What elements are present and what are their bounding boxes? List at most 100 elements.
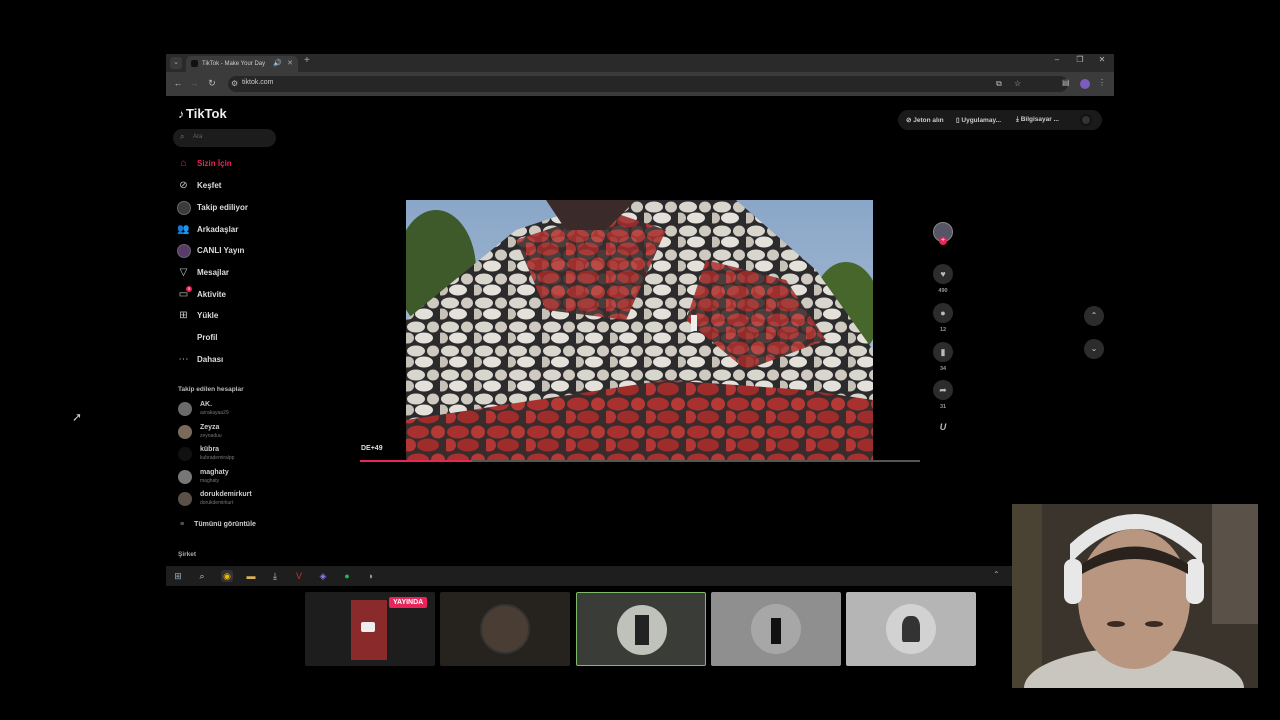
see-all-link[interactable]: ≡ Tümünü görüntüle — [180, 521, 256, 528]
nav-live[interactable]: CANLI Yayın — [177, 243, 287, 259]
activity-badge: 5 — [186, 286, 192, 292]
nav-friends[interactable]: 👥 Arkadaşlar — [177, 222, 287, 238]
taskbar: ⊞ ⌕ ◉ ▬ ⤓ V ◈ ● ◗ ⌃ — [166, 566, 1114, 586]
nav-upload[interactable]: ⊞ Yükle — [177, 308, 287, 324]
search-placeholder: Ara — [193, 134, 203, 140]
valorant-icon[interactable]: V — [293, 570, 305, 582]
minimize-button[interactable]: – — [1046, 55, 1068, 64]
save-button[interactable]: ▮ — [933, 342, 953, 362]
tiktok-favicon-icon — [191, 60, 198, 67]
nav-for-you[interactable]: ⌂ Sizin İçin — [177, 156, 287, 172]
get-coins-button[interactable]: ⊘ Jeton alın — [906, 116, 944, 124]
stream-thumbnail-live[interactable]: YAYINDA — [305, 592, 435, 666]
spotify-icon[interactable]: ● — [341, 570, 353, 582]
company-section-title: Şirket — [178, 551, 197, 558]
new-tab-button[interactable]: + — [304, 55, 310, 66]
menu-icon[interactable]: ⋮ — [1098, 78, 1106, 87]
stream-thumbnail[interactable] — [440, 592, 570, 666]
tab-title: TikTok - Make Your Day — [202, 61, 266, 67]
search-input[interactable]: ⌕ Ara — [173, 129, 276, 147]
nav-following[interactable]: Takip ediliyor — [177, 200, 287, 216]
extensions-icon[interactable]: ▤ — [1062, 78, 1070, 87]
speaker-icon[interactable]: 🔊 — [273, 56, 282, 72]
tab-tiktok[interactable]: TikTok - Make Your Day 🔊 ✕ — [186, 56, 298, 72]
close-window-button[interactable]: ✕ — [1091, 55, 1113, 64]
nav-messages[interactable]: ▽ Mesajlar — [177, 265, 287, 281]
url-field[interactable]: ⚙ tiktok.com ⧉ ☆ — [228, 76, 1068, 92]
chevron-up-icon: ⌃ — [1090, 311, 1098, 320]
tab-search-button[interactable]: ⌄ — [170, 57, 182, 69]
send-icon: ▽ — [179, 267, 188, 278]
stream-figure — [771, 618, 781, 644]
comment-button[interactable]: ● — [933, 303, 953, 323]
like-count: 490 — [938, 288, 948, 294]
windows-start-icon[interactable]: ⊞ — [172, 570, 184, 582]
search-icon[interactable]: ⌕ — [196, 570, 208, 582]
address-bar: ← → ↻ ⚙ tiktok.com ⧉ ☆ ▤ ⋮ — [166, 72, 1114, 96]
more-icon: ⋯ — [178, 354, 189, 365]
tray-chevron-icon[interactable]: ⌃ — [993, 570, 1000, 579]
site-info-icon[interactable]: ⚙ — [231, 79, 238, 88]
tiktok-page: ♪ TikTok ⌕ Ara ⌂ Sizin İçin ⊘ Keşfet Taki… — [166, 96, 1114, 566]
nav-profile[interactable]: Profil — [177, 330, 287, 346]
webcam-image — [1012, 504, 1258, 688]
steam-icon[interactable]: ◗ — [365, 570, 377, 582]
browser-window: ⌄ TikTok - Make Your Day 🔊 ✕ + – ❐ ✕ ← →… — [166, 54, 1114, 586]
file-explorer-icon[interactable]: ▬ — [245, 570, 257, 582]
nav-more[interactable]: ⋯ Dahası — [177, 352, 287, 368]
follow-plus-icon[interactable]: + — [939, 237, 947, 245]
following-account[interactable]: AK. azrakayaa29 — [178, 400, 288, 418]
bookmark-icon: ▮ — [940, 347, 946, 357]
nav-explore[interactable]: ⊘ Keşfet — [177, 178, 287, 194]
profile-avatar[interactable] — [1080, 79, 1090, 89]
save-count: 34 — [939, 366, 947, 372]
chrome-icon[interactable]: ◉ — [221, 570, 233, 582]
bookmark-star-icon[interactable]: ☆ — [1014, 79, 1021, 88]
tiktok-logo[interactable]: ♪ TikTok — [178, 106, 227, 121]
screen-icon — [361, 622, 375, 632]
following-account[interactable]: dorukdemirkurt dorukdemirkurt — [178, 490, 288, 508]
webcam-feed — [1012, 504, 1258, 688]
search-icon: ⌕ — [180, 132, 185, 141]
previous-video-button[interactable]: ⌃ — [1084, 306, 1104, 326]
video-progress-fill — [360, 460, 472, 462]
stream-thumbnail[interactable] — [846, 592, 976, 666]
download-app-icon[interactable]: ⤓ — [269, 570, 281, 582]
nav-activity[interactable]: ▭ 5 Aktivite — [177, 286, 287, 303]
discord-icon[interactable]: ◈ — [317, 570, 329, 582]
top-actions-bar: ⊘ Jeton alın ▯ Uygulamay... ⤓ Bilgisayar… — [898, 110, 1102, 130]
install-app-icon[interactable]: ⧉ — [996, 79, 1002, 89]
video-player[interactable] — [406, 200, 873, 462]
comment-icon: ● — [940, 308, 946, 318]
get-app-button[interactable]: ▯ Uygulamay... — [956, 116, 1001, 124]
following-account[interactable]: kübra kubrademiralpp — [178, 445, 288, 463]
video-timecode: DE+49 — [361, 445, 383, 452]
maximize-button[interactable]: ❐ — [1069, 55, 1091, 64]
list-icon: ≡ — [180, 521, 185, 528]
tiktok-note-icon: ♪ — [178, 107, 184, 121]
reload-icon[interactable]: ↻ — [206, 78, 218, 89]
video-progress-bar[interactable] — [360, 460, 920, 462]
stream-avatar — [480, 604, 530, 654]
following-account[interactable]: Zeyza zeynaduu — [178, 423, 288, 441]
following-avatar — [177, 201, 191, 215]
forward-icon[interactable]: → — [188, 78, 200, 88]
like-button[interactable]: ♥ — [933, 264, 953, 284]
stream-thumbnail-selected[interactable] — [576, 592, 706, 666]
compass-icon: ⊘ — [179, 180, 188, 191]
share-icon: ➦ — [939, 385, 947, 395]
share-button[interactable]: ➦ — [933, 380, 953, 400]
stream-thumbnail[interactable] — [711, 592, 841, 666]
tab-close-icon[interactable]: ✕ — [287, 56, 293, 72]
back-icon[interactable]: ← — [172, 78, 184, 88]
friends-icon: 👥 — [177, 224, 190, 235]
user-avatar[interactable] — [1080, 114, 1092, 126]
stream-figure — [635, 615, 649, 645]
next-video-button[interactable]: ⌄ — [1084, 339, 1104, 359]
following-account[interactable]: maghaty maghaty — [178, 468, 288, 486]
desktop-app-button[interactable]: ⤓ Bilgisayar ... — [1016, 116, 1059, 124]
profile-icon — [177, 331, 190, 344]
account-avatar — [178, 470, 192, 484]
sound-disc-icon[interactable]: U — [933, 417, 953, 437]
live-avatar — [177, 244, 191, 258]
